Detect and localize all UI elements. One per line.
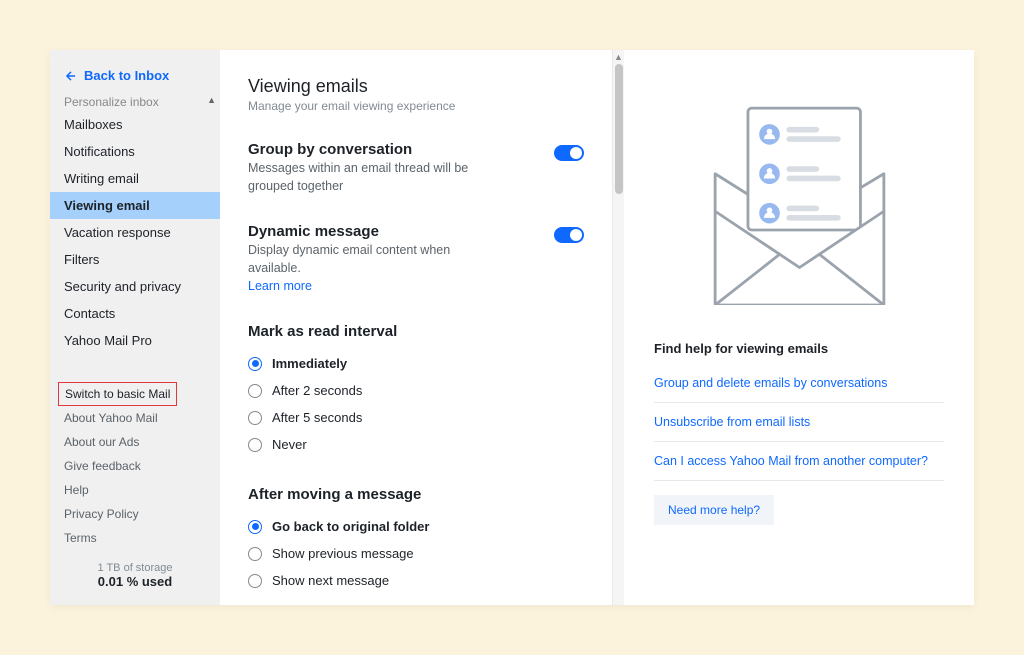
storage-info: 1 TB of storage 0.01 % used — [50, 550, 220, 605]
about-ads-link[interactable]: About our Ads — [64, 430, 210, 454]
page-subtitle: Manage your email viewing experience — [248, 99, 584, 113]
privacy-policy-link[interactable]: Privacy Policy — [64, 502, 210, 526]
help-link[interactable]: Help — [64, 478, 210, 502]
radio-icon — [248, 357, 262, 371]
mark-read-setting: Mark as read interval Immediately After … — [248, 323, 584, 458]
scroll-up-icon[interactable]: ▲ — [614, 50, 623, 64]
back-to-inbox-link[interactable]: Back to Inbox — [50, 64, 220, 93]
storage-used: 0.01 % used — [64, 574, 206, 589]
radio-go-back[interactable]: Go back to original folder — [248, 513, 584, 540]
settings-window: Back to Inbox ▲ Personalize inbox Mailbo… — [50, 50, 974, 605]
main-settings-panel: Viewing emails Manage your email viewing… — [220, 50, 612, 605]
nav-item-notifications[interactable]: Notifications — [50, 138, 220, 165]
nav-item-filters[interactable]: Filters — [50, 246, 220, 273]
setting-desc: Messages within an email thread will be … — [248, 160, 488, 195]
nav-item-writing-email[interactable]: Writing email — [50, 165, 220, 192]
learn-more-link[interactable]: Learn more — [248, 279, 312, 293]
radio-icon — [248, 438, 262, 452]
setting-title: Dynamic message — [248, 223, 584, 240]
nav-item-contacts[interactable]: Contacts — [50, 300, 220, 327]
group-by-conversation-setting: Group by conversation Messages within an… — [248, 141, 584, 195]
setting-title: After moving a message — [248, 486, 584, 503]
radio-icon — [248, 384, 262, 398]
help-link-unsubscribe[interactable]: Unsubscribe from email lists — [654, 403, 944, 442]
scroll-thumb[interactable] — [615, 64, 623, 194]
need-more-help-button[interactable]: Need more help? — [654, 495, 774, 525]
secondary-links-list: Switch to basic Mail About Yahoo Mail Ab… — [50, 382, 220, 550]
content-scrollbar[interactable]: ▲ — [612, 50, 624, 605]
setting-desc: Display dynamic email content when avail… — [248, 242, 488, 277]
radio-after-5s[interactable]: After 5 seconds — [248, 404, 584, 431]
radio-show-previous[interactable]: Show previous message — [248, 540, 584, 567]
radio-icon — [248, 411, 262, 425]
arrow-left-icon — [64, 69, 78, 83]
envelope-illustration — [687, 80, 912, 305]
after-move-setting: After moving a message Go back to origin… — [248, 486, 584, 594]
radio-after-2s[interactable]: After 2 seconds — [248, 377, 584, 404]
setting-title: Mark as read interval — [248, 323, 584, 340]
radio-icon — [248, 520, 262, 534]
after-move-radio-group: Go back to original folder Show previous… — [248, 513, 584, 594]
nav-item-vacation[interactable]: Vacation response — [50, 219, 220, 246]
about-yahoo-mail-link[interactable]: About Yahoo Mail — [64, 406, 210, 430]
help-link-access-another[interactable]: Can I access Yahoo Mail from another com… — [654, 442, 944, 481]
nav-item-security[interactable]: Security and privacy — [50, 273, 220, 300]
nav-item-personalize[interactable]: Personalize inbox — [50, 93, 220, 111]
dynamic-message-setting: Dynamic message Display dynamic email co… — [248, 223, 584, 295]
nav-item-mailboxes[interactable]: Mailboxes — [50, 111, 220, 138]
radio-icon — [248, 574, 262, 588]
radio-icon — [248, 547, 262, 561]
group-conversation-toggle[interactable] — [554, 145, 584, 161]
terms-link[interactable]: Terms — [64, 526, 210, 550]
storage-total: 1 TB of storage — [64, 562, 206, 574]
help-link-group-delete[interactable]: Group and delete emails by conversations — [654, 364, 944, 403]
page-title: Viewing emails — [248, 76, 584, 97]
nav-item-yahoo-mail-pro[interactable]: Yahoo Mail Pro — [50, 327, 220, 354]
settings-sidebar: Back to Inbox ▲ Personalize inbox Mailbo… — [50, 50, 220, 605]
settings-nav-list: ▲ Personalize inbox Mailboxes Notificati… — [50, 93, 220, 354]
help-panel-title: Find help for viewing emails — [654, 341, 944, 356]
setting-title: Group by conversation — [248, 141, 584, 158]
help-panel: Find help for viewing emails Group and d… — [624, 50, 974, 605]
switch-basic-mail-link[interactable]: Switch to basic Mail — [58, 382, 177, 406]
radio-show-next[interactable]: Show next message — [248, 567, 584, 594]
scroll-up-arrow[interactable]: ▲ — [207, 95, 216, 105]
dynamic-message-toggle[interactable] — [554, 227, 584, 243]
nav-item-viewing-email[interactable]: Viewing email — [50, 192, 220, 219]
back-label: Back to Inbox — [84, 68, 169, 83]
give-feedback-link[interactable]: Give feedback — [64, 454, 210, 478]
radio-immediately[interactable]: Immediately — [248, 350, 584, 377]
mark-read-radio-group: Immediately After 2 seconds After 5 seco… — [248, 350, 584, 458]
radio-never[interactable]: Never — [248, 431, 584, 458]
